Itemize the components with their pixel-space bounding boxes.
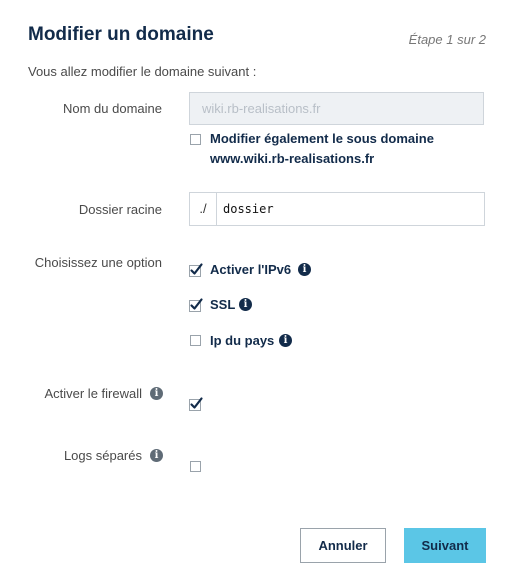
next-button[interactable]: Suivant xyxy=(404,528,486,563)
logs-label: Logs séparés xyxy=(63,448,142,463)
options-label: Choisissez une option xyxy=(34,255,162,270)
domain-name-field: wiki.rb-realisations.fr xyxy=(189,92,484,125)
country-ip-info-icon[interactable]: i xyxy=(279,334,292,347)
root-folder-group: ./ xyxy=(189,192,485,226)
intro-text: Vous allez modifier le domaine suivant : xyxy=(28,64,257,79)
root-folder-prefix: ./ xyxy=(190,193,217,225)
root-folder-label: Dossier racine xyxy=(78,202,162,217)
subdomain-option-label: Modifier également le sous domaine xyxy=(210,131,434,146)
subdomain-name: www.wiki.rb-realisations.fr xyxy=(210,151,375,166)
domain-name-label: Nom du domaine xyxy=(63,101,162,116)
step-indicator: Étape 1 sur 2 xyxy=(408,32,486,47)
country-ip-checkbox[interactable] xyxy=(190,335,201,346)
ipv6-label: Activer l'IPv6 xyxy=(210,262,292,277)
country-ip-label: Ip du pays xyxy=(210,333,275,348)
logs-checkbox[interactable] xyxy=(190,461,201,472)
firewall-checkbox[interactable] xyxy=(188,396,204,412)
firewall-label: Activer le firewall xyxy=(44,386,142,401)
dialog-title: Modifier un domaine xyxy=(28,24,214,45)
root-folder-input[interactable] xyxy=(217,193,483,225)
ipv6-checkbox[interactable] xyxy=(188,262,204,278)
ssl-label: SSL xyxy=(210,297,236,312)
firewall-info-icon[interactable]: i xyxy=(150,387,163,400)
ssl-checkbox[interactable] xyxy=(188,297,204,313)
ssl-info-icon[interactable]: i xyxy=(239,298,252,311)
ipv6-info-icon[interactable]: i xyxy=(298,263,311,276)
subdomain-checkbox[interactable] xyxy=(190,134,201,145)
cancel-button[interactable]: Annuler xyxy=(300,528,386,563)
logs-info-icon[interactable]: i xyxy=(150,449,163,462)
